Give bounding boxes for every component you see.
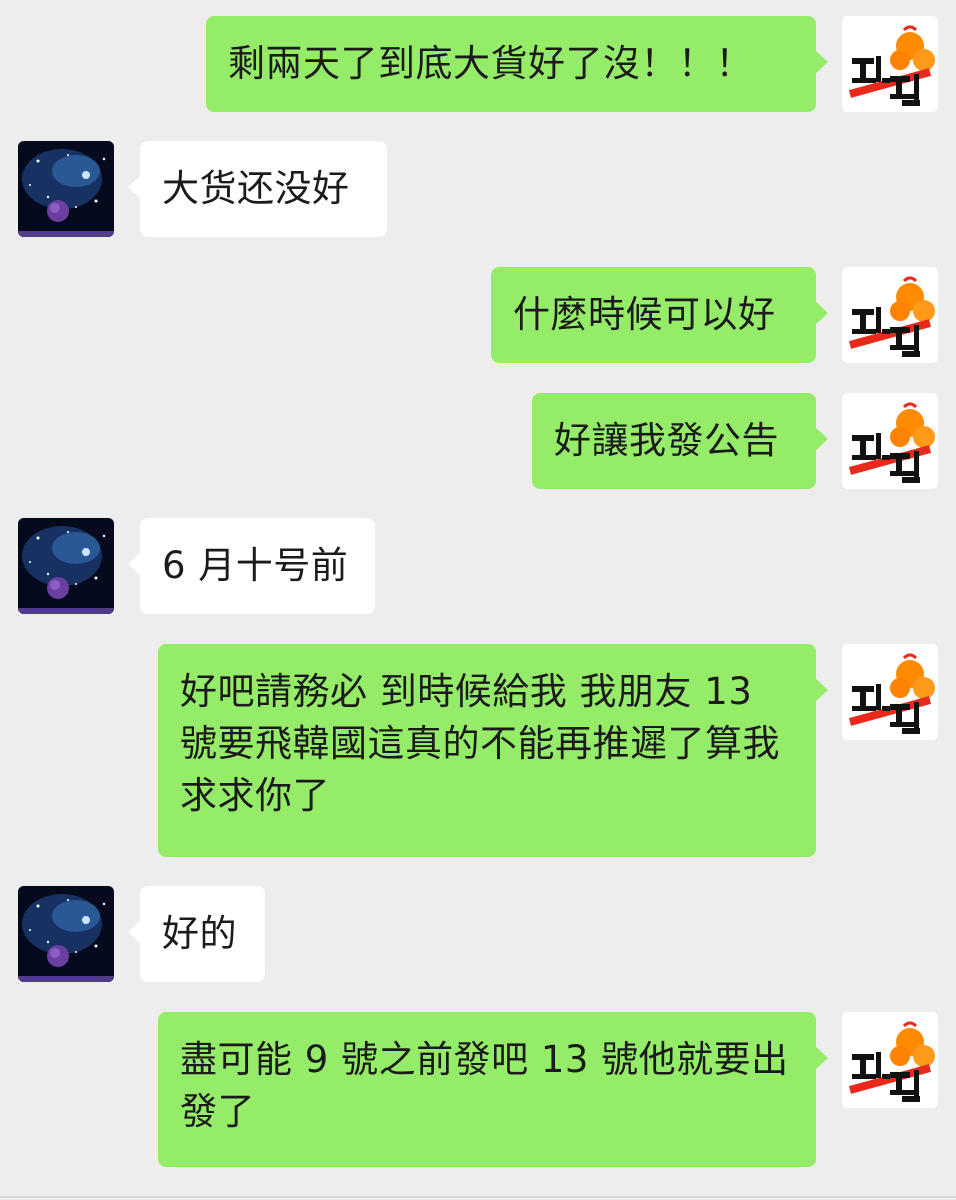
- contact-avatar[interactable]: [18, 886, 114, 982]
- my-avatar[interactable]: [842, 1012, 938, 1108]
- sent-message-bubble[interactable]: 好吧請務必 到時候給我 我朋友 13 號要飛韓國這真的不能再推遲了算我求求你了: [158, 644, 828, 857]
- starry-space-planet-icon: [18, 886, 114, 982]
- message-text: 大货还没好: [162, 167, 350, 210]
- message-text: 好吧請務必 到時候給我 我朋友 13 號要飛韓國這真的不能再推遲了算我求求你了: [180, 670, 780, 817]
- message-text: 6 月十号前: [162, 544, 349, 587]
- received-message-bubble[interactable]: 好的: [128, 886, 265, 982]
- orange-fruit-logo-icon: [842, 1012, 938, 1108]
- orange-fruit-logo-icon: [842, 267, 938, 363]
- orange-fruit-logo-icon: [842, 644, 938, 740]
- message-text: 什麼時候可以好: [513, 293, 776, 336]
- received-message-bubble[interactable]: 大货还没好: [128, 141, 387, 237]
- orange-fruit-logo-icon: [842, 16, 938, 112]
- message-text: 好的: [162, 912, 237, 955]
- starry-space-planet-icon: [18, 518, 114, 614]
- my-avatar[interactable]: [842, 16, 938, 112]
- message-text: 盡可能 9 號之前發吧 13 號他就要出發了: [180, 1038, 789, 1133]
- sent-message-bubble[interactable]: 好讓我發公告: [532, 393, 828, 489]
- orange-fruit-logo-icon: [842, 393, 938, 489]
- divider: [0, 1196, 956, 1198]
- sent-message-bubble[interactable]: 什麼時候可以好: [491, 267, 828, 363]
- contact-avatar[interactable]: [18, 141, 114, 237]
- contact-avatar[interactable]: [18, 518, 114, 614]
- chat-conversation: 剩兩天了到底大貨好了沒！！！ 大货还没好 什麼時候可以好 好讓我發公告 6 月十…: [0, 0, 956, 1200]
- my-avatar[interactable]: [842, 644, 938, 740]
- message-text: 剩兩天了到底大貨好了沒！！！: [228, 42, 753, 85]
- sent-message-bubble[interactable]: 剩兩天了到底大貨好了沒！！！: [206, 16, 828, 112]
- my-avatar[interactable]: [842, 393, 938, 489]
- message-text: 好讓我發公告: [554, 419, 779, 462]
- received-message-bubble[interactable]: 6 月十号前: [128, 518, 375, 614]
- my-avatar[interactable]: [842, 267, 938, 363]
- sent-message-bubble[interactable]: 盡可能 9 號之前發吧 13 號他就要出發了: [158, 1012, 828, 1167]
- starry-space-planet-icon: [18, 141, 114, 237]
